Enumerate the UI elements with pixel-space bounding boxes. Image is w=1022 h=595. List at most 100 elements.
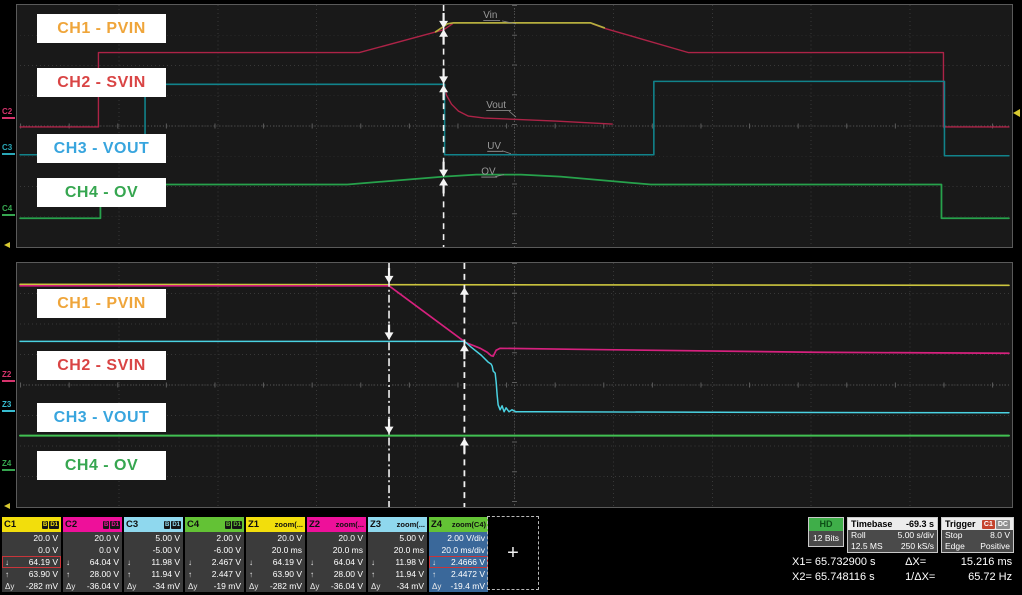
descriptor-row: 5.00 V — [368, 532, 427, 544]
descriptor-row: ↓11.98 V — [124, 556, 183, 568]
descriptor-id: Z4 — [431, 519, 442, 530]
descriptor-header-c1[interactable]: C1BD1 — [2, 517, 61, 532]
descriptor-box-z3[interactable]: Z3zoom(...5.00 V20.0 ms↓11.98 V↑11.94 VΔ… — [368, 517, 427, 592]
descriptor-header-z1[interactable]: Z1zoom(... — [246, 517, 305, 532]
descriptor-row: ↓64.04 V — [307, 556, 366, 568]
descriptor-row-value: 2.4472 V — [451, 569, 485, 579]
descriptor-row: ↑ 63.90 V — [246, 568, 305, 580]
descriptor-box-z2[interactable]: Z2zoom(...20.0 V20.0 ms↓64.04 V↑28.00 VΔ… — [307, 517, 366, 592]
descriptor-row: Δy-19 mV — [185, 580, 244, 592]
timebase-mode: Roll — [851, 530, 866, 541]
descriptor-header-z3[interactable]: Z3zoom(... — [368, 517, 427, 532]
descriptor-row-value: -36.04 V — [87, 581, 119, 591]
zero-level-marker-z4[interactable]: Z4 — [2, 460, 15, 471]
descriptor-row-symbol: ↓ — [371, 558, 375, 567]
descriptor-row-value: -34 mV — [397, 581, 424, 591]
descriptor-header-c4[interactable]: C4BD1 — [185, 517, 244, 532]
descriptor-row: Δy-19.4 mV — [429, 580, 488, 592]
descriptor-row-symbol: ↑ — [310, 570, 314, 579]
descriptor-row-value: 5.00 V — [155, 533, 180, 543]
annotation-ov: OV — [481, 167, 496, 178]
hd-mode-box[interactable]: HD 12 Bits — [808, 517, 844, 547]
descriptor-header-c3[interactable]: C3BD1 — [124, 517, 183, 532]
descriptor-row-value: 20.0 ms — [394, 545, 424, 555]
descriptor-box-c4[interactable]: C4BD12.00 V-6.00 V↓2.467 V↑2.447 VΔy-19 … — [185, 517, 244, 592]
channel-label-ch1-pvin: CH1 - PVIN — [37, 289, 166, 318]
descriptor-row-value: -34 mV — [153, 581, 180, 591]
trigger-box[interactable]: Trigger C1 DC Stop 8.0 V Edge Positive — [941, 517, 1014, 553]
cursor-arrow-down-icon — [385, 332, 394, 339]
trigger-level-marker-icon[interactable] — [1013, 109, 1020, 117]
descriptor-row-value: 0.0 V — [99, 545, 119, 555]
oscilloscope-screen: VinVoutUVOV CH1 - PVINCH2 - SVINCH3 - VO… — [0, 0, 1022, 595]
descriptor-row-value: 2.00 V/div — [447, 533, 485, 543]
descriptor-row: 5.00 V — [124, 532, 183, 544]
zero-level-marker-c2[interactable]: C2 — [2, 108, 15, 119]
descriptor-row: ↓64.19 V — [246, 556, 305, 568]
cursor-dx-value: 15.216 ms — [950, 555, 1012, 570]
descriptor-row-value: 63.90 V — [273, 569, 302, 579]
descriptor-badge-d1: D1 — [49, 521, 59, 529]
descriptor-row-value: -6.00 V — [214, 545, 241, 555]
descriptor-row-value: 5.00 V — [399, 533, 424, 543]
cursor-arrow-up-icon — [439, 178, 448, 185]
cursor-x1-value: X1= 65.732900 s — [792, 555, 902, 570]
descriptor-row: 20.0 ms — [246, 544, 305, 556]
cursor-arrow-up-icon — [460, 438, 469, 445]
trigger-slope: Positive — [980, 541, 1010, 552]
zero-level-marker-z2[interactable]: Z2 — [2, 371, 15, 382]
channel-label-ch2-svin: CH2 - SVIN — [37, 351, 166, 380]
trigger-state: Stop — [945, 530, 963, 541]
cursor-arrow-up-icon — [460, 287, 469, 294]
descriptor-row-value: 20.0 V — [277, 533, 302, 543]
descriptor-box-c2[interactable]: C2BD120.0 V0.0 V↓64.04 V↑28.00 VΔy-36.04… — [63, 517, 122, 592]
descriptor-header-z2[interactable]: Z2zoom(... — [307, 517, 366, 532]
descriptor-row-value: 20.0 V — [33, 533, 58, 543]
trace-c2-svin — [444, 85, 613, 124]
descriptor-row: 20.0 V — [307, 532, 366, 544]
descriptor-row-symbol: ↑ — [432, 570, 436, 579]
descriptor-box-z4[interactable]: Z4zoom(C4)2.00 V/div20.0 ms/div↓2.4666 V… — [429, 517, 488, 592]
cursor-dx-label: ΔX= — [905, 555, 947, 570]
trigger-type: Edge — [945, 541, 965, 552]
trigger-source-badge: C1 — [982, 520, 995, 529]
zero-level-marker-c3[interactable]: C3 — [2, 144, 15, 155]
zero-level-marker-z3[interactable]: Z3 — [2, 401, 15, 412]
descriptor-row-value: -19 mV — [214, 581, 241, 591]
hd-mode-title: HD — [809, 518, 843, 531]
descriptor-box-c3[interactable]: C3BD15.00 V-5.00 V↓11.98 V↑11.94 VΔy-34 … — [124, 517, 183, 592]
descriptor-row-value: 2.467 V — [212, 557, 241, 567]
descriptor-row: 2.00 V/div — [429, 532, 488, 544]
descriptor-row-value: 64.19 V — [29, 557, 58, 567]
descriptor-row: ↓11.98 V — [368, 556, 427, 568]
descriptor-row-value: 28.00 V — [90, 569, 119, 579]
timebase-box[interactable]: Timebase -69.3 s Roll 5.00 s/div 12.5 MS… — [847, 517, 938, 553]
descriptor-row: ↓64.19 V — [2, 556, 61, 568]
cursor-x2-value: X2= 65.748116 s — [792, 570, 902, 585]
descriptor-badge-b: B — [225, 521, 231, 529]
descriptor-header-c2[interactable]: C2BD1 — [63, 517, 122, 532]
descriptor-box-z1[interactable]: Z1zoom(...20.0 V20.0 ms↓64.19 V↑63.90 VΔ… — [246, 517, 305, 592]
trigger-time-marker-top-icon — [4, 242, 10, 248]
descriptor-row: 20.0 ms/div — [429, 544, 488, 556]
descriptor-row-symbol: ↑ — [66, 570, 70, 579]
descriptor-badge-b: B — [103, 521, 109, 529]
descriptor-row: ↑63.90 V — [2, 568, 61, 580]
descriptor-row-value: 20.0 V — [94, 533, 119, 543]
descriptor-row-symbol: ↑ — [188, 570, 192, 579]
descriptor-row-symbol: Δy — [5, 582, 14, 591]
descriptor-header-z4[interactable]: Z4zoom(C4) — [429, 517, 488, 532]
descriptor-row: ↑2.447 V — [185, 568, 244, 580]
descriptor-badge-d1: D1 — [232, 521, 242, 529]
descriptor-row: Δy-36.04 V — [63, 580, 122, 592]
trace-c1-pvin — [436, 23, 605, 32]
add-trace-tile[interactable]: + — [487, 516, 539, 590]
descriptor-id: C1 — [4, 519, 16, 530]
descriptor-box-c1[interactable]: C1BD120.0 V0.0 V↓64.19 V↑63.90 VΔy-282 m… — [2, 517, 61, 592]
descriptor-row-symbol: ↑ — [249, 570, 253, 579]
cursor-invdx-label: 1/ΔX= — [905, 570, 947, 585]
descriptor-row-value: -36.04 V — [331, 581, 363, 591]
zero-level-marker-c4[interactable]: C4 — [2, 205, 15, 216]
annotation-leader-line — [502, 151, 511, 154]
descriptor-id: Z3 — [370, 519, 381, 530]
